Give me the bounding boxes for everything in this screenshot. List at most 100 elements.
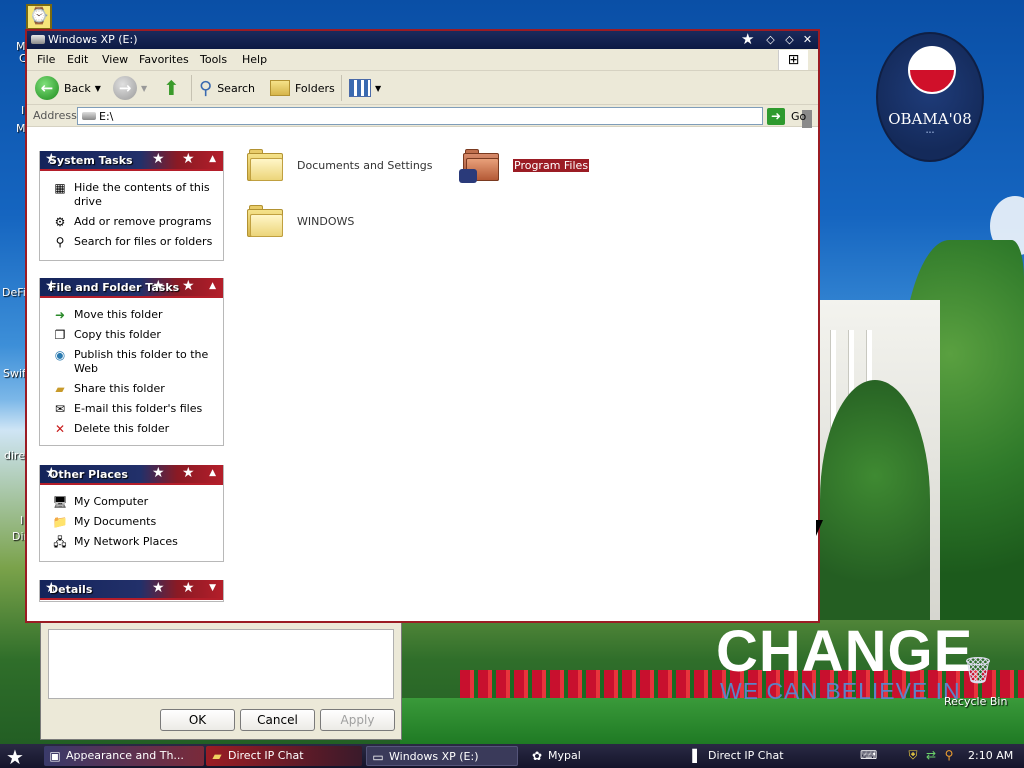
forward-dropdown-icon[interactable]: ▼ — [141, 84, 147, 93]
details-panel: ★ ★ ★ Details ▼ — [39, 580, 224, 602]
place-my-network[interactable]: 🖧 My Network Places — [40, 532, 223, 552]
up-folder-button[interactable]: ⬆ — [163, 75, 180, 101]
drive-icon: ▭ — [372, 750, 384, 764]
star-icon: ★ — [152, 580, 165, 596]
minimize-button[interactable]: ◇ — [763, 32, 778, 47]
search-icon: ⚲ — [55, 235, 65, 249]
recycle-bin-label[interactable]: Recycle Bin — [944, 695, 1007, 708]
trees-mid — [820, 380, 930, 620]
globe-icon: ◉ — [54, 348, 66, 362]
start-button[interactable]: ★ — [6, 745, 24, 768]
window-title: Windows XP (E:) — [48, 33, 138, 46]
folder-icon: ▰ — [212, 749, 222, 763]
apply-button[interactable]: Apply — [320, 709, 395, 731]
folder-windows[interactable]: WINDOWS — [247, 205, 354, 237]
task-label: Hide the contents of this drive — [74, 181, 210, 208]
task-hide-contents[interactable]: ▦ Hide the contents of this drive — [40, 178, 223, 212]
hide-contents-icon: ▦ — [54, 181, 66, 195]
task-label: My Documents — [74, 515, 157, 528]
forward-arrow-icon: → — [113, 76, 137, 100]
desktop-label-5[interactable]: DeFi — [2, 286, 26, 299]
place-my-documents[interactable]: 📁 My Documents — [40, 512, 223, 532]
address-input[interactable]: E:\ — [77, 107, 812, 128]
shield-icon[interactable]: ⛨ — [906, 748, 920, 762]
network-places-icon: 🖧 — [53, 535, 67, 549]
search-icon: ⚲ — [199, 77, 213, 99]
desktop-shortcut-icon[interactable]: ⌚ — [26, 4, 52, 30]
title-bar[interactable]: Windows XP (E:) ★ ◇ ◇ ✕ — [27, 31, 818, 49]
background-dialog: OK Cancel Apply — [40, 620, 402, 740]
other-places-header[interactable]: ★ ★ ★ Other Places ▲ — [40, 465, 223, 485]
close-button[interactable]: ✕ — [800, 32, 815, 47]
star-icon: ★ — [741, 30, 755, 48]
toolbar-separator — [341, 75, 342, 101]
task-email-files[interactable]: ✉ E-mail this folder's files — [40, 399, 223, 419]
obama-logo-text: OBAMA'08 — [888, 110, 972, 128]
folder-program-files[interactable]: Program Files — [459, 149, 590, 183]
other-places-panel: ★ ★ ★ Other Places ▲ 🖥 My Computer 📁 My Do… — [39, 465, 224, 562]
search-tray-icon[interactable]: ⚲ — [942, 748, 956, 762]
folders-button[interactable]: Folders — [270, 75, 335, 101]
task-label: Search for files or folders — [74, 235, 213, 248]
network-icon[interactable]: ⇄ — [924, 748, 938, 762]
system-tasks-header[interactable]: ★ ★ ★ System Tasks ▲ — [40, 151, 223, 171]
copy-folder-icon: ❐ — [54, 328, 66, 342]
cancel-button[interactable]: Cancel — [240, 709, 315, 731]
forward-button[interactable]: → ▼ — [113, 75, 147, 101]
taskbar-mypal[interactable]: ✿ Mypal — [526, 746, 682, 766]
expand-icon[interactable]: ▼ — [209, 583, 216, 593]
task-copy-folder[interactable]: ❐ Copy this folder — [40, 325, 223, 345]
collapse-icon[interactable]: ▲ — [209, 154, 216, 164]
taskbar-windows-xp-e[interactable]: ▭ Windows XP (E:) — [366, 746, 518, 766]
views-button[interactable]: ▼ — [349, 75, 381, 101]
collapse-icon[interactable]: ▲ — [209, 468, 216, 478]
taskbar-appearance[interactable]: ▣ Appearance and Th... — [44, 746, 204, 766]
taskbar: ★ ▣ Appearance and Th... ▰ Direct IP Cha… — [0, 744, 1024, 768]
folder-label: Documents and Settings — [297, 158, 433, 172]
back-button[interactable]: ← Back ▼ — [35, 75, 101, 101]
system-tasks-title: System Tasks — [49, 154, 133, 167]
menu-tools[interactable]: Tools — [200, 53, 227, 66]
dialog-content-box — [48, 629, 394, 699]
folder-documents-and-settings[interactable]: Documents and Settings — [247, 149, 433, 181]
drive-icon — [31, 35, 45, 44]
task-search[interactable]: ⚲ Search for files or folders — [40, 232, 223, 252]
email-icon: ✉ — [54, 402, 66, 416]
task-share-folder[interactable]: ▰ Share this folder — [40, 379, 223, 399]
menu-help[interactable]: Help — [242, 53, 267, 66]
collapse-icon[interactable]: ▲ — [209, 281, 216, 291]
ok-button[interactable]: OK — [160, 709, 235, 731]
windows-logo-icon: ⊞ — [778, 50, 808, 70]
menu-edit[interactable]: Edit — [67, 53, 88, 66]
task-label: My Network Places — [74, 535, 178, 548]
task-add-remove[interactable]: ⚙ Add or remove programs — [40, 212, 223, 232]
task-publish-web[interactable]: ◉ Publish this folder to the Web — [40, 345, 223, 379]
maximize-button[interactable]: ◇ — [782, 32, 797, 47]
desktop-label-8[interactable]: I — [20, 514, 23, 527]
desktop-label-3[interactable]: I — [21, 104, 24, 117]
go-button[interactable]: ➜ Go — [767, 107, 806, 125]
search-button[interactable]: ⚲ Search — [199, 75, 255, 101]
back-dropdown-icon[interactable]: ▼ — [95, 84, 101, 93]
taskbar-direct-ip-chat-2[interactable]: ▌ Direct IP Chat — [686, 746, 842, 766]
taskbar-direct-ip-chat-1[interactable]: ▰ Direct IP Chat — [206, 746, 362, 766]
views-dropdown-icon[interactable]: ▼ — [375, 84, 381, 93]
up-folder-icon: ⬆ — [163, 76, 180, 100]
menu-favorites[interactable]: Favorites — [139, 53, 189, 66]
keyboard-icon[interactable]: ⌨ — [860, 748, 877, 762]
mypal-icon: ✿ — [531, 749, 543, 763]
folder-label: Program Files — [513, 158, 590, 172]
menu-file[interactable]: File — [37, 53, 55, 66]
clock[interactable]: 2:10 AM — [968, 749, 1013, 762]
task-delete-folder[interactable]: ✕ Delete this folder — [40, 419, 223, 439]
place-my-computer[interactable]: 🖥 My Computer — [40, 492, 223, 512]
my-computer-icon: 🖥 — [52, 495, 68, 509]
task-move-folder[interactable]: ➜ Move this folder — [40, 305, 223, 325]
recycle-bin-icon[interactable]: 🗑 — [958, 656, 998, 692]
star-icon: ★ — [182, 278, 195, 294]
share-folder-icon: ▰ — [55, 382, 65, 396]
details-header[interactable]: ★ ★ ★ Details ▼ — [40, 580, 223, 600]
file-folder-tasks-header[interactable]: ★ ★ ★ File and Folder Tasks ▲ — [40, 278, 223, 298]
menu-view[interactable]: View — [102, 53, 128, 66]
my-documents-icon: 📁 — [52, 515, 68, 529]
